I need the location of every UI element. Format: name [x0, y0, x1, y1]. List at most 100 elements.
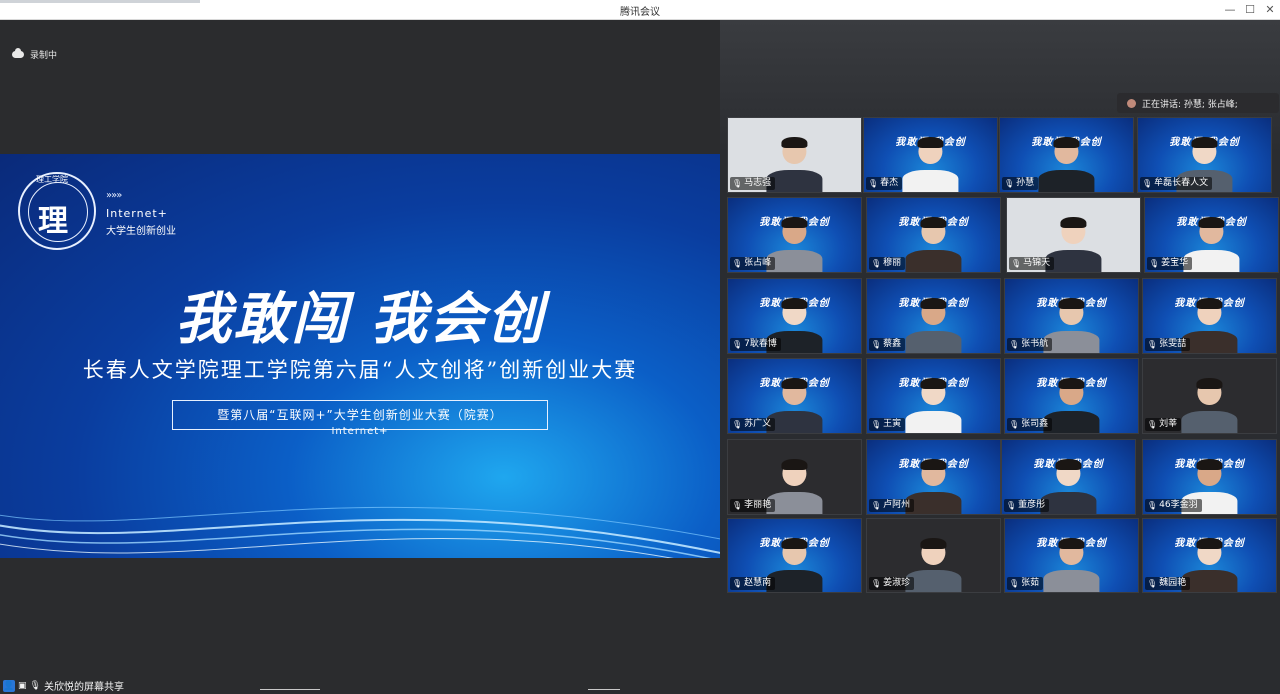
torso [905, 492, 962, 514]
torso [1181, 331, 1238, 353]
participant-name-tag: 🎙 46李金羽 [1145, 499, 1202, 512]
participant-name: 苏广义 [744, 419, 772, 429]
torso [766, 492, 823, 514]
window-title: 腾讯会议 [620, 7, 660, 18]
head [917, 136, 944, 165]
participant-name-tag: 🎙 牟磊长春人文 [1140, 177, 1213, 190]
participant-tile[interactable]: 我敢闯 我会创 🎙 苏广义 [727, 358, 862, 434]
participant-name-tag: 🎙 姜淑珍 [869, 577, 915, 590]
recording-label: 录制中 [30, 51, 58, 61]
participant-name: 姜宝华 [1161, 258, 1189, 268]
participant-name-tag: 🎙 刘莘 [1145, 418, 1182, 431]
minimize-button[interactable]: — [1219, 1, 1241, 19]
head [1196, 537, 1223, 565]
shared-screen-area: 录制中 理工学院 理 »»» Internet+ 大学生创新创业 我敢闯 我会创… [0, 20, 720, 694]
participant-tile[interactable]: 我敢闯 我会创 🎙 董彦彤 [1001, 439, 1136, 515]
participant-name: 魏园艳 [1159, 578, 1187, 588]
participant-name: 王寅 [883, 419, 902, 429]
participant-tile[interactable]: 我敢闯 我会创 🎙 王寅 [866, 358, 1001, 434]
recording-indicator[interactable]: 录制中 [12, 48, 57, 61]
participant-name: 张雯喆 [1159, 339, 1187, 349]
participant-name-tag: 🎙 穆丽 [869, 257, 906, 270]
participant-tile[interactable]: 我敢闯 我会创 🎙 赵慧南 [727, 518, 862, 593]
participant-name-tag: 🎙 李丽艳 [730, 499, 776, 512]
participant-name: 刘莘 [1159, 419, 1178, 429]
mic-icon: 🎙 [1009, 340, 1020, 349]
participant-name-tag: 🎙 马锦天 [1009, 257, 1055, 270]
participant-tile[interactable]: 我敢闯 我会创 🎙 46李金羽 [1142, 439, 1277, 515]
mic-icon: 🎙 [732, 259, 743, 268]
slide-footer: Internet+ [331, 426, 389, 437]
participant-tile[interactable]: 我敢闯 我会创 🎙 张占峰 [727, 197, 862, 273]
head [781, 136, 808, 165]
mic-icon: 🎙 [1009, 420, 1020, 429]
head [920, 537, 947, 565]
mic-icon: 🎙 [1006, 501, 1017, 510]
participant-name-tag: 🎙 魏园艳 [1145, 577, 1191, 590]
mic-icon: 🎙 [871, 579, 882, 588]
participant-name: 马志强 [744, 178, 772, 188]
mic-icon: 🎙 [1009, 579, 1020, 588]
close-button[interactable]: ✕ [1259, 1, 1280, 19]
participant-tile[interactable]: 我敢闯 我会创 🎙 张书航 [1004, 278, 1139, 354]
mic-icon: 🎙 [1004, 179, 1015, 188]
participant-video [896, 134, 965, 192]
head [781, 216, 808, 245]
participant-name: 董彦彤 [1018, 500, 1046, 510]
mic-icon: 🎙 [732, 579, 743, 588]
torso [902, 170, 959, 192]
screen-share-indicator[interactable]: 👤 ▣ 🎙 关欣悦的屏幕共享 [0, 677, 127, 694]
participant-tile[interactable]: 我敢闯 我会创 🎙 姜宝华 [1144, 197, 1279, 273]
participant-name: 马锦天 [1023, 258, 1051, 268]
head [781, 297, 808, 326]
mic-icon: 🎙 [1147, 340, 1158, 349]
participant-name-tag: 🎙 张占峰 [730, 257, 776, 270]
head [1053, 136, 1080, 165]
presentation-slide: 理工学院 理 »»» Internet+ 大学生创新创业 我敢闯 我会创 长春人… [0, 154, 720, 558]
participant-name: 李丽艳 [744, 500, 772, 510]
torso [1043, 331, 1100, 353]
participant-tile[interactable]: 🎙 李丽艳 [727, 439, 862, 515]
participant-tile[interactable]: 我敢闯 我会创 🎙 穆丽 [866, 197, 1001, 273]
participant-tile[interactable]: 我敢闯 我会创 🎙 7耿春博 [727, 278, 862, 354]
head [1191, 136, 1218, 165]
speaking-label: 正在讲话: 孙慧; 张占峰; [1142, 99, 1238, 110]
slide-subtitle: 长春人文学院理工学院第六届“人文创将”创新创业大赛 [82, 358, 638, 382]
torso [905, 250, 962, 272]
mic-icon: 🎙 [732, 501, 743, 510]
head [920, 216, 947, 245]
participant-name: 姜淑珍 [883, 578, 911, 588]
participant-tile[interactable]: 我敢闯 我会创 🎙 牟磊长春人文 [1137, 117, 1272, 193]
participant-name: 赵慧南 [744, 578, 772, 588]
torso [1045, 250, 1102, 272]
head [1196, 297, 1223, 326]
mic-icon: 🎙 [1011, 259, 1022, 268]
participant-tile[interactable]: 我敢闯 我会创 🎙 张茹 [1004, 518, 1139, 593]
torso [1043, 570, 1100, 592]
participant-tile[interactable]: 我敢闯 我会创 🎙 张司鑫 [1004, 358, 1139, 434]
participant-tile[interactable]: 🎙 姜淑珍 [866, 518, 1001, 593]
participant-tile[interactable]: 🎙 刘莘 [1142, 358, 1277, 434]
participant-tile[interactable]: 我敢闯 我会创 🎙 蔡鑫 [866, 278, 1001, 354]
head [781, 537, 808, 565]
participant-tile[interactable]: 我敢闯 我会创 🎙 卢阿州 [866, 439, 1001, 515]
participant-name-tag: 🎙 董彦彤 [1004, 499, 1050, 512]
share-label: 关欣悦的屏幕共享 [43, 682, 124, 693]
participant-video [899, 295, 968, 353]
participant-name: 穆丽 [883, 258, 902, 268]
scroll-indicator [260, 689, 320, 690]
participant-tile[interactable]: 我敢闯 我会创 🎙 张雯喆 [1142, 278, 1277, 354]
participant-tile[interactable]: 🎙 马锦天 [1006, 197, 1141, 273]
speaker-avatar [1127, 98, 1136, 108]
participant-name: 张占峰 [744, 258, 772, 268]
torso [905, 411, 962, 433]
mic-icon: 🎙 [871, 259, 882, 268]
participant-tile[interactable]: 我敢闯 我会创 🎙 春杰 [863, 117, 998, 193]
participant-tile[interactable]: 我敢闯 我会创 🎙 孙慧 [999, 117, 1134, 193]
logo-top-text: 理工学院 [36, 175, 68, 184]
maximize-button[interactable]: ☐ [1239, 1, 1261, 19]
participant-tile[interactable]: 我敢闯 我会创 🎙 魏园艳 [1142, 518, 1277, 593]
participant-video [1037, 535, 1106, 592]
participant-tile[interactable]: 🎙 马志强 [727, 117, 862, 193]
mic-icon: 🎙 [871, 501, 882, 510]
